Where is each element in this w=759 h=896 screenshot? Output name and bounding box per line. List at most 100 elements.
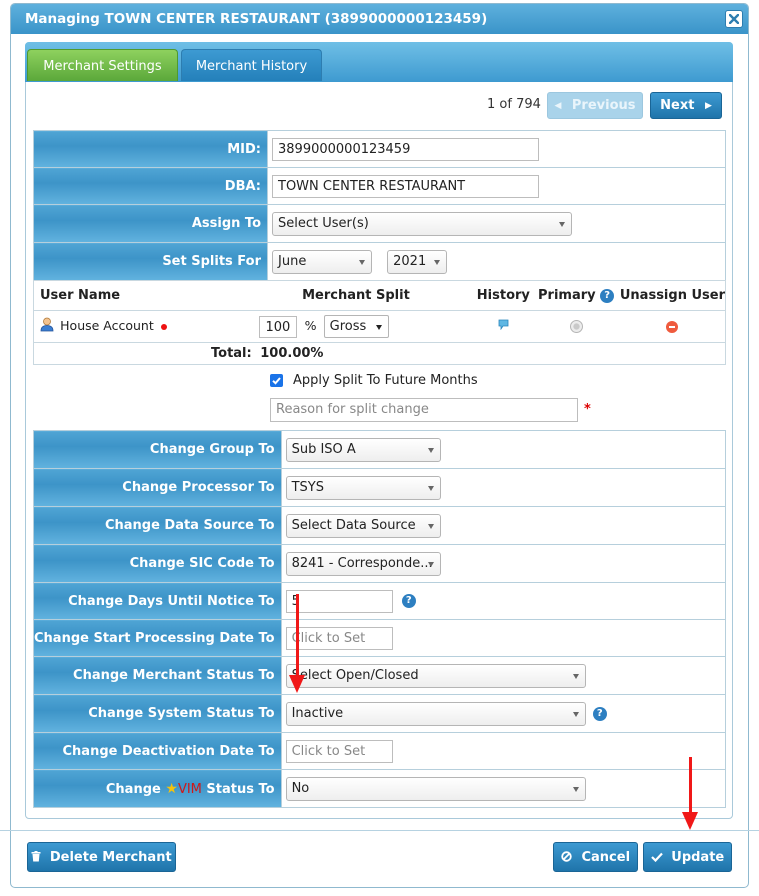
mid-field[interactable]: 3899000000123459	[272, 137, 539, 161]
change-deactivation-date-label: Change Deactivation Date To	[33, 732, 282, 770]
change-sic-label: Change SIC Code To	[33, 544, 282, 583]
remove-icon[interactable]	[666, 320, 679, 333]
chevron-down-icon	[359, 259, 365, 265]
help-icon[interactable]: ?	[600, 288, 615, 303]
vim-status-select[interactable]: No	[285, 776, 586, 801]
change-sic-value: 8241 - Corresponde...	[291, 555, 433, 571]
delete-merchant-button[interactable]: Delete Merchant	[27, 842, 176, 872]
reason-input[interactable]: Reason for split change	[270, 398, 578, 422]
tab-merchant-settings[interactable]: Merchant Settings	[27, 49, 178, 81]
system-status-value: Inactive	[291, 705, 344, 721]
splits-month-select[interactable]: June	[272, 249, 372, 274]
cancel-label: Cancel	[581, 850, 631, 865]
dialog-title: Managing TOWN CENTER RESTAURANT (3899000…	[25, 11, 488, 27]
next-button[interactable]: Next ▶	[650, 92, 722, 119]
user-name: House Account	[60, 318, 154, 333]
change-sic-select[interactable]: 8241 - Corresponde...	[285, 551, 441, 576]
chevron-down-icon	[572, 786, 579, 792]
chevron-down-icon	[559, 221, 565, 227]
vim-label: VIM	[177, 781, 202, 797]
change-days-notice-label: Change Days Until Notice To	[33, 582, 282, 620]
split-table: User Name Merchant Split History Primary…	[33, 280, 726, 365]
vim-label-prefix: Change	[105, 781, 161, 797]
help-icon[interactable]: ?	[401, 594, 416, 608]
update-button[interactable]: Update	[643, 842, 732, 872]
change-data-source-select[interactable]: Select Data Source	[285, 513, 441, 538]
required-mark: *	[584, 402, 591, 417]
next-label: Next	[660, 98, 695, 113]
splits-year-select[interactable]: 2021	[387, 249, 448, 274]
chevron-left-icon: ◀	[554, 101, 562, 111]
pager-count: 1 of 794	[487, 97, 541, 112]
change-start-date-label: Change Start Processing Date To	[33, 619, 282, 657]
change-group-value: Sub ISO A	[291, 441, 356, 457]
merchant-status-value: Select Open/Closed	[291, 667, 419, 683]
delete-merchant-label: Delete Merchant	[49, 850, 172, 865]
chevron-down-icon	[427, 447, 434, 453]
help-icon[interactable]: ?	[592, 706, 607, 721]
tab-merchant-history[interactable]: Merchant History	[181, 49, 322, 81]
apply-future-label: Apply Split To Future Months	[293, 373, 478, 388]
assign-to-select[interactable]: Select User(s)	[272, 211, 572, 236]
close-icon[interactable]	[725, 10, 743, 28]
change-data-source-value: Select Data Source	[291, 517, 416, 533]
chevron-down-icon	[434, 259, 441, 265]
apply-future-checkbox[interactable]	[270, 374, 283, 387]
change-processor-select[interactable]: TSYS	[285, 475, 441, 500]
cancel-button[interactable]: Cancel	[553, 842, 638, 872]
split-total: Total: 100.00%	[33, 342, 726, 365]
chevron-down-icon	[427, 561, 434, 567]
split-type-select[interactable]: Gross	[323, 315, 389, 338]
chevron-down-icon	[572, 673, 579, 679]
col-primary-label: Primary	[538, 288, 596, 303]
col-merchant-split: Merchant Split	[237, 280, 475, 311]
trash-icon	[31, 851, 41, 866]
status-dot	[160, 323, 167, 330]
cancel-icon	[561, 851, 572, 866]
change-processor-label: Change Processor To	[33, 468, 282, 507]
check-icon	[650, 851, 663, 866]
previous-button[interactable]: ◀ Previous	[547, 92, 643, 119]
chevron-right-icon: ▶	[704, 101, 712, 111]
primary-radio[interactable]	[569, 320, 583, 333]
start-date-input[interactable]: Click to Set	[285, 626, 393, 650]
assign-to-label: Assign To	[33, 204, 268, 243]
chevron-down-icon	[375, 325, 382, 330]
change-data-source-label: Change Data Source To	[33, 506, 282, 545]
vim-status-value: No	[291, 780, 310, 796]
deactivation-date-input[interactable]: Click to Set	[285, 739, 393, 763]
footer-divider	[0, 830, 759, 831]
chevron-down-icon	[427, 485, 434, 491]
col-user-name: User Name	[33, 280, 238, 311]
change-vim-status-label: Change ★VIM Status To	[33, 769, 282, 808]
user-icon	[40, 317, 54, 336]
table-row: House Account 100 % Gross	[33, 310, 726, 343]
col-unassign-user: Unassign User	[619, 280, 726, 311]
change-group-select[interactable]: Sub ISO A	[285, 437, 441, 462]
tab-bar: Merchant Settings Merchant History	[25, 42, 733, 82]
change-fields-form: Change Group To Sub ISO A Change Process…	[33, 430, 727, 808]
total-value: 100.00%	[260, 346, 324, 361]
change-group-label: Change Group To	[33, 430, 282, 469]
change-system-status-label: Change System Status To	[33, 694, 282, 733]
mid-label: MID:	[33, 130, 268, 168]
comment-icon[interactable]	[498, 319, 509, 334]
chevron-down-icon	[427, 523, 434, 529]
days-notice-input[interactable]: 5	[285, 589, 393, 613]
vim-label-suffix: Status To	[206, 781, 275, 797]
col-primary: Primary ?	[532, 280, 620, 311]
change-merchant-status-label: Change Merchant Status To	[33, 656, 282, 695]
merchant-status-select[interactable]: Select Open/Closed	[285, 663, 586, 688]
dialog-titlebar: Managing TOWN CENTER RESTAURANT (3899000…	[11, 4, 748, 34]
set-splits-label: Set Splits For	[33, 242, 268, 281]
chevron-down-icon	[572, 711, 579, 717]
split-type-value: Gross	[329, 319, 367, 334]
split-value-input[interactable]: 100	[259, 315, 298, 338]
previous-label: Previous	[571, 98, 636, 113]
assign-to-value: Select User(s)	[278, 215, 369, 231]
change-processor-value: TSYS	[291, 479, 324, 495]
dba-field[interactable]: TOWN CENTER RESTAURANT	[272, 174, 539, 198]
percent-sign: %	[304, 318, 317, 333]
system-status-select[interactable]: Inactive	[285, 701, 586, 726]
col-history: History	[474, 280, 533, 311]
